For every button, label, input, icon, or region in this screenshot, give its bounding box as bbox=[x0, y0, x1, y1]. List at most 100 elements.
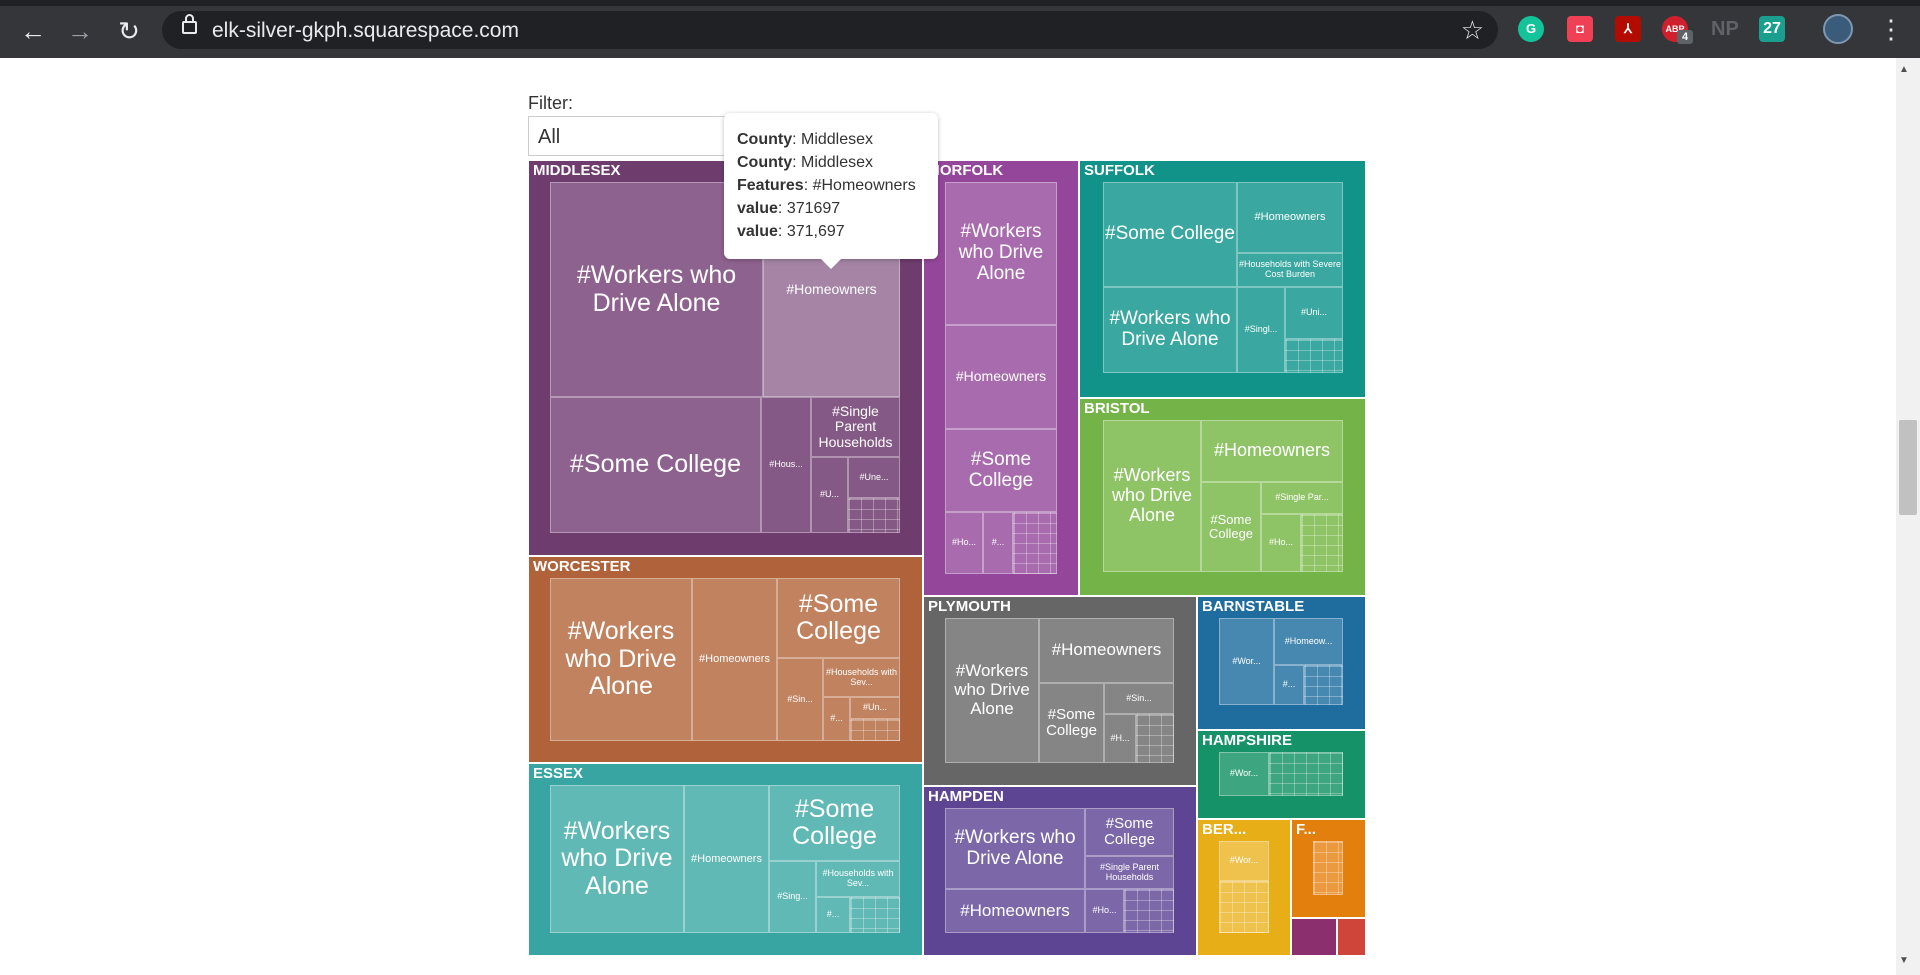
grammarly-icon[interactable]: G bbox=[1518, 16, 1544, 42]
county-label: F... bbox=[1296, 821, 1317, 838]
cell-worcester-single[interactable]: #Sin... bbox=[777, 658, 823, 741]
cell-label: #Households with Severe Cost Burden bbox=[1238, 259, 1342, 279]
cell-middlesex-small[interactable] bbox=[848, 498, 900, 533]
cell-label: #Workers who Drive Alone bbox=[958, 221, 1044, 284]
cell-bristol-ho[interactable]: #Ho... bbox=[1261, 514, 1301, 572]
adblock-icon[interactable]: ABP 4 bbox=[1662, 16, 1693, 44]
cell-middlesex-households[interactable]: #Hous... bbox=[761, 397, 811, 533]
cell-suffolk-some-college[interactable]: #Some College bbox=[1103, 182, 1237, 287]
tooltip-value: 371697 bbox=[786, 200, 841, 217]
cell-berkshire-small[interactable] bbox=[1219, 881, 1269, 933]
cell-bristol-small[interactable] bbox=[1301, 514, 1343, 572]
cell-worcester-unemployed[interactable]: #Un... bbox=[850, 697, 900, 719]
cell-essex-other[interactable]: #... bbox=[816, 897, 850, 933]
county-small-2[interactable] bbox=[1337, 918, 1366, 956]
cell-label: #H... bbox=[1110, 732, 1130, 743]
cell-plymouth-h[interactable]: #H... bbox=[1104, 714, 1136, 763]
cell-hampden-small[interactable] bbox=[1124, 889, 1174, 933]
cell-norfolk-some-college[interactable]: #Some College bbox=[945, 429, 1057, 512]
cell-suffolk-cost-burden[interactable]: #Households with Severe Cost Burden bbox=[1237, 253, 1343, 287]
reload-button[interactable]: ↻ bbox=[112, 14, 146, 48]
cell-hampden-single[interactable]: #Single Parent Households bbox=[1085, 856, 1174, 889]
cell-barnstable-workers[interactable]: #Wor... bbox=[1219, 618, 1274, 705]
cell-worcester-households[interactable]: #Households with Sev... bbox=[823, 658, 900, 697]
27-icon[interactable]: 27 bbox=[1759, 16, 1785, 42]
bookmark-star-icon[interactable]: ☆ bbox=[1461, 15, 1484, 46]
cell-label: #Some College bbox=[1105, 223, 1235, 245]
scroll-up-arrow[interactable]: ▲ bbox=[1899, 64, 1909, 75]
cell-plymouth-small[interactable] bbox=[1136, 714, 1174, 763]
cell-norfolk-workers[interactable]: #Workers who Drive Alone bbox=[945, 182, 1057, 325]
cell-plymouth-workers[interactable]: #Workers who Drive Alone bbox=[945, 618, 1039, 763]
cell-essex-households[interactable]: #Households with Sev... bbox=[816, 861, 900, 897]
cell-norfolk-homeowners[interactable]: #Homeowners bbox=[945, 325, 1057, 429]
cell-hampshire-workers[interactable]: #Wor... bbox=[1219, 752, 1269, 796]
cell-suffolk-homeowners[interactable]: #Homeowners bbox=[1237, 182, 1343, 253]
cell-suffolk-single[interactable]: #Singl... bbox=[1237, 287, 1285, 373]
cell-label: #Homeowners bbox=[699, 653, 770, 666]
cell-essex-small[interactable] bbox=[850, 897, 900, 933]
scrollbar-thumb[interactable] bbox=[1899, 420, 1917, 515]
cell-label: #Singl... bbox=[1244, 324, 1278, 335]
cell-label: #Homeowners bbox=[691, 852, 762, 865]
cell-hampden-some-college[interactable]: #Some College bbox=[1085, 808, 1174, 856]
cell-hampden-workers[interactable]: #Workers who Drive Alone bbox=[945, 808, 1085, 889]
pdf-icon[interactable]: ⅄ bbox=[1615, 16, 1641, 42]
cell-essex-homeowners[interactable]: #Homeowners bbox=[684, 785, 769, 933]
cell-essex-single[interactable]: #Sing... bbox=[769, 861, 816, 933]
cell-worcester-workers[interactable]: #Workers who Drive Alone bbox=[550, 578, 692, 741]
page-scrollbar[interactable] bbox=[1896, 58, 1920, 975]
cell-label: #Sin... bbox=[787, 693, 813, 704]
profile-avatar[interactable] bbox=[1823, 14, 1853, 44]
tooltip-key: County bbox=[737, 154, 793, 171]
cell-barnstable-homeowners[interactable]: #Homeow... bbox=[1274, 618, 1343, 665]
tooltip-key: value bbox=[737, 223, 778, 240]
menu-icon[interactable]: ⋮ bbox=[1878, 14, 1904, 44]
cell-worcester-homeowners[interactable]: #Homeowners bbox=[692, 578, 777, 741]
cell-worcester-other[interactable]: #... bbox=[823, 697, 850, 741]
cell-berkshire-workers[interactable]: #Wor... bbox=[1219, 841, 1269, 881]
tooltip-row: Features: #Homeowners bbox=[737, 177, 916, 194]
cell-middlesex-single-parent[interactable]: #Single Parent Households bbox=[811, 397, 900, 457]
cell-plymouth-homeowners[interactable]: #Homeowners bbox=[1039, 618, 1174, 683]
cell-bristol-homeowners[interactable]: #Homeowners bbox=[1201, 420, 1343, 482]
scroll-down-arrow[interactable]: ▼ bbox=[1899, 955, 1909, 966]
cell-suffolk-workers[interactable]: #Workers who Drive Alone bbox=[1103, 287, 1237, 373]
cell-label: #Some College bbox=[792, 794, 877, 850]
np-icon[interactable]: NP bbox=[1711, 16, 1739, 42]
cell-label: #Some College bbox=[1104, 814, 1155, 848]
cell-middlesex-unemployed[interactable]: #Une... bbox=[848, 457, 900, 498]
cell-worcester-some-college[interactable]: #Some College bbox=[777, 578, 900, 658]
cell-label: #Ho... bbox=[951, 537, 976, 548]
cell-middlesex-u[interactable]: #U... bbox=[811, 457, 848, 533]
cell-essex-some-college[interactable]: #Some College bbox=[769, 785, 900, 861]
cell-norfolk-ho[interactable]: #Ho... bbox=[945, 512, 983, 574]
cell-bristol-single[interactable]: #Single Par... bbox=[1261, 482, 1343, 514]
county-small-1[interactable] bbox=[1291, 918, 1337, 956]
forward-button[interactable]: → bbox=[63, 14, 97, 48]
cell-norfolk-other[interactable]: #... bbox=[983, 512, 1013, 574]
cell-label: #... bbox=[1282, 679, 1296, 690]
cell-suffolk-uni[interactable]: #Uni... bbox=[1285, 287, 1343, 339]
url-text[interactable]: elk-silver-gkph.squarespace.com bbox=[212, 19, 519, 43]
cell-suffolk-small[interactable] bbox=[1285, 339, 1343, 373]
cell-hampden-ho[interactable]: #Ho... bbox=[1085, 889, 1124, 933]
cell-hampden-homeowners[interactable]: #Homeowners bbox=[945, 889, 1085, 933]
cell-plymouth-some-college[interactable]: #Some College bbox=[1039, 683, 1104, 763]
cell-hampshire-small[interactable] bbox=[1269, 752, 1343, 796]
cell-barnstable-other[interactable]: #... bbox=[1274, 665, 1304, 705]
back-button[interactable]: ← bbox=[16, 14, 50, 48]
cell-barnstable-small[interactable] bbox=[1304, 665, 1343, 705]
cell-bristol-workers[interactable]: #Workers who Drive Alone bbox=[1103, 420, 1201, 572]
cell-essex-workers[interactable]: #Workers who Drive Alone bbox=[550, 785, 684, 933]
pocket-icon[interactable]: ◘ bbox=[1567, 16, 1593, 42]
cell-norfolk-small[interactable] bbox=[1013, 512, 1057, 574]
cell-label: #Homeowners bbox=[786, 280, 877, 297]
cell-label: #Un... bbox=[862, 702, 887, 713]
cell-bristol-some-college[interactable]: #Some College bbox=[1201, 482, 1261, 572]
cell-franklin-small[interactable] bbox=[1313, 841, 1343, 895]
cell-worcester-small[interactable] bbox=[850, 719, 900, 741]
cell-middlesex-some-college[interactable]: #Some College bbox=[550, 397, 761, 533]
address-bar[interactable]: elk-silver-gkph.squarespace.com ☆ bbox=[162, 11, 1498, 49]
cell-plymouth-single[interactable]: #Sin... bbox=[1104, 683, 1174, 714]
